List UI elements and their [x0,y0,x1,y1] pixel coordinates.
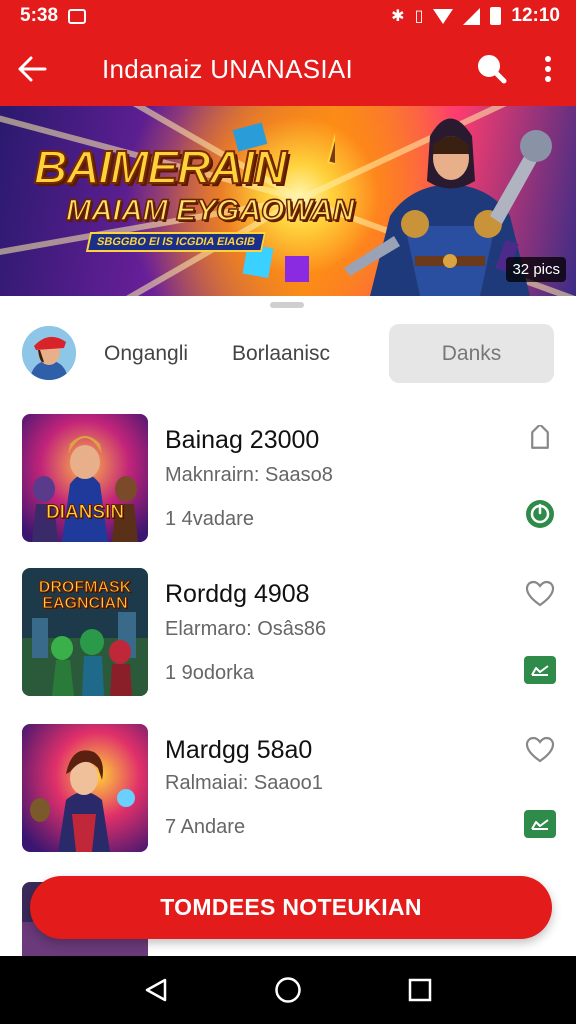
item-subtitle: Maknrairn: Saaso8 [165,464,333,486]
banner-title-line1: BAIMERAIN [33,140,288,194]
heart-icon[interactable] [522,576,558,612]
primary-cta-button[interactable]: TOMDEES NOTEUKIAN [30,876,552,939]
back-arrow-icon[interactable] [0,32,64,106]
status-clock: 12:10 [511,5,560,26]
home-circle-icon[interactable] [268,970,308,1010]
signal-icon [463,7,481,25]
vibrate-icon: ▯ [414,8,424,25]
item-subtitle: Ralmaiai: Saaoo1 [165,772,323,794]
status-bar: 5:38 ✱ ▯ 12:10 [0,0,576,32]
item-title: Mardgg 58a0 [165,736,313,764]
bluetooth-icon: ✱ [391,8,405,25]
item-title: Bainag 23000 [165,426,320,454]
status-left: 5:38 [20,5,87,27]
wifi-icon [433,8,454,24]
thumbnail-caption: DROFMASK EAGNCIAN [38,579,132,612]
banner-title-line2: MAIAM EYGAOWAN [65,193,355,228]
banner-badge: 32 pics [506,257,566,282]
heart-icon[interactable] [522,732,558,768]
status-time: 5:38 [20,5,59,26]
thumbnail-caption: DIANSIN [45,502,125,524]
screen: 5:38 ✱ ▯ 12:10 Indanaiz UNANASIAI BAIMER… [0,0,576,1024]
game-thumbnail [22,724,148,852]
app-bar: Indanaiz UNANASIAI [0,32,576,106]
chart-icon [524,810,556,838]
list-item[interactable]: Mardgg 58a0 Ralmaiai: Saaoo1 7 Andare [0,718,576,858]
banner-ribbon: SBGGBO EI IS ICGDIA EIAGIB [85,232,267,252]
system-nav-bar [0,956,576,1024]
item-meta: 1 9odorka [165,662,254,684]
chart-icon [524,656,556,684]
list-item[interactable]: DROFMASK EAGNCIAN Rorddg 4908 Elarmaro: … [0,562,576,702]
back-triangle-icon[interactable] [136,970,176,1010]
item-meta: 1 4vadare [165,508,254,530]
status-right: ✱ ▯ 12:10 [391,5,560,27]
tab-ongangli[interactable]: Ongangli [104,342,188,366]
power-icon [524,500,556,528]
item-title: Rorddg 4908 [165,580,310,608]
app-title: Indanaiz UNANASIAI [102,53,354,84]
drag-handle[interactable] [270,302,304,308]
avatar[interactable] [22,326,76,380]
tag-icon[interactable] [522,422,558,458]
image-icon [68,8,87,24]
item-subtitle: Elarmaro: Osâs86 [165,618,327,640]
tab-danks[interactable]: Danks [389,324,554,383]
item-meta: 7 Andare [165,816,246,838]
more-vert-icon[interactable] [520,32,576,106]
search-icon[interactable] [464,32,520,106]
recents-square-icon[interactable] [400,970,440,1010]
battery-icon [490,7,502,25]
game-thumbnail: DROFMASK EAGNCIAN [22,568,148,696]
list-item[interactable]: DIANSIN Bainag 23000 Maknrairn: Saaso8 1… [0,408,576,548]
promo-banner[interactable]: BAIMERAIN MAIAM EYGAOWAN SBGGBO EI IS IC… [0,106,576,296]
game-thumbnail: DIANSIN [22,414,148,542]
tab-borlaanisc[interactable]: Borlaanisc [232,342,330,366]
